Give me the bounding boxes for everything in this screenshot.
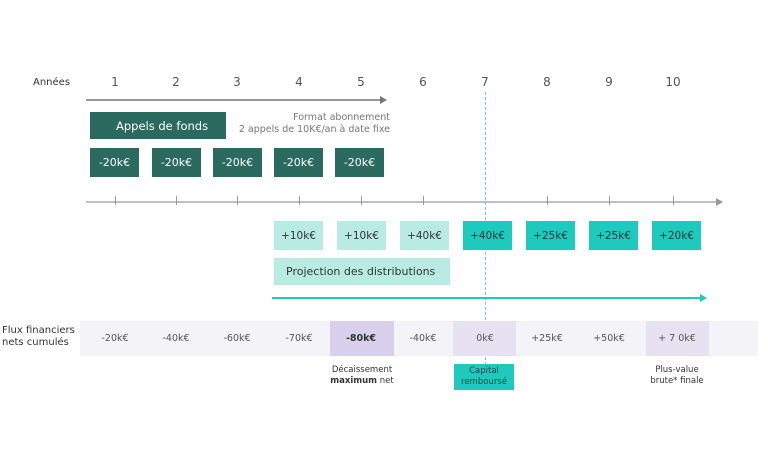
year-4: 4: [295, 75, 303, 89]
cumulative-value-8: +25k€: [531, 333, 563, 344]
year-2: 2: [172, 75, 180, 89]
year-5: 5: [357, 75, 365, 89]
timeline-axis: [86, 198, 723, 206]
distribution-amount-6: +25k€: [589, 221, 638, 250]
call-amount-3: -20k€: [213, 148, 262, 177]
axis-tick: [423, 196, 424, 205]
calls-title-box: Appels de fonds: [90, 112, 226, 139]
axis-tick: [115, 196, 116, 205]
distribution-amount-2: +10k€: [337, 221, 386, 250]
capital-note-line-2: remboursé: [461, 377, 507, 387]
axis-tick: [609, 196, 610, 205]
distribution-amount-3: +40k€: [400, 221, 449, 250]
format-line-2: 2 appels de 10K€/an à date fixe: [238, 124, 390, 135]
cumulative-value-5: -80k€: [345, 333, 377, 344]
distribution-amount-1: +10k€: [274, 221, 323, 250]
axis-tick: [299, 196, 300, 205]
axis-tick: [237, 196, 238, 205]
call-amount-2: -20k€: [152, 148, 201, 177]
distribution-period-arrow: [272, 294, 707, 302]
format-line-1: Format abonnement: [293, 112, 390, 123]
call-amount-5: -20k€: [335, 148, 384, 177]
cumulative-flows-label: Flux financiers nets cumulés: [2, 325, 80, 349]
final-note-line-1: Plus-value: [655, 365, 699, 375]
cumulative-value-10: + 7 0k€: [658, 333, 696, 344]
year-7: 7: [481, 75, 489, 89]
years-label: Années: [33, 77, 71, 88]
distribution-amount-5: +25k€: [526, 221, 575, 250]
distribution-amount-4: +40k€: [463, 221, 512, 250]
year-10: 10: [665, 75, 681, 89]
year-9: 9: [605, 75, 613, 89]
capital-note-line-1: Capital: [469, 366, 499, 376]
cumulative-value-2: -40k€: [162, 333, 190, 344]
cumulative-value-6: -40k€: [409, 333, 437, 344]
cumulative-value-3: -60k€: [223, 333, 251, 344]
cumulative-label-line-1: Flux financiers: [2, 325, 75, 336]
calls-period-arrow: [86, 96, 387, 104]
calls-format-note: Format abonnement 2 appels de 10K€/an à …: [235, 112, 390, 136]
year-6: 6: [419, 75, 427, 89]
year-8: 8: [543, 75, 551, 89]
call-amount-4: -20k€: [274, 148, 323, 177]
axis-tick: [361, 196, 362, 205]
max-note-rest: net: [377, 376, 394, 386]
max-outflow-note: Décaissement maximum net: [322, 365, 402, 387]
cumulative-label-line-2: nets cumulés: [2, 337, 69, 348]
cumulative-value-7: 0k€: [476, 333, 494, 344]
projection-label-box: Projection des distributions: [274, 258, 450, 285]
final-note-line-2: brute* finale: [650, 376, 704, 386]
axis-tick: [176, 196, 177, 205]
cumulative-value-4: -70k€: [285, 333, 313, 344]
cumulative-value-9: +50k€: [593, 333, 625, 344]
capital-repaid-note: Capital remboursé: [454, 364, 514, 390]
axis-tick: [673, 196, 674, 205]
distribution-amount-7: +20k€: [652, 221, 701, 250]
year-1: 1: [111, 75, 119, 89]
max-note-line-1: Décaissement: [331, 365, 393, 375]
call-amount-1: -20k€: [90, 148, 139, 177]
final-gain-note: Plus-value brute* finale: [640, 365, 714, 387]
axis-tick: [547, 196, 548, 205]
max-note-bold: maximum: [330, 376, 378, 386]
max-note-line-2: maximum net: [322, 376, 402, 387]
year-3: 3: [233, 75, 241, 89]
cumulative-value-1: -20k€: [101, 333, 129, 344]
